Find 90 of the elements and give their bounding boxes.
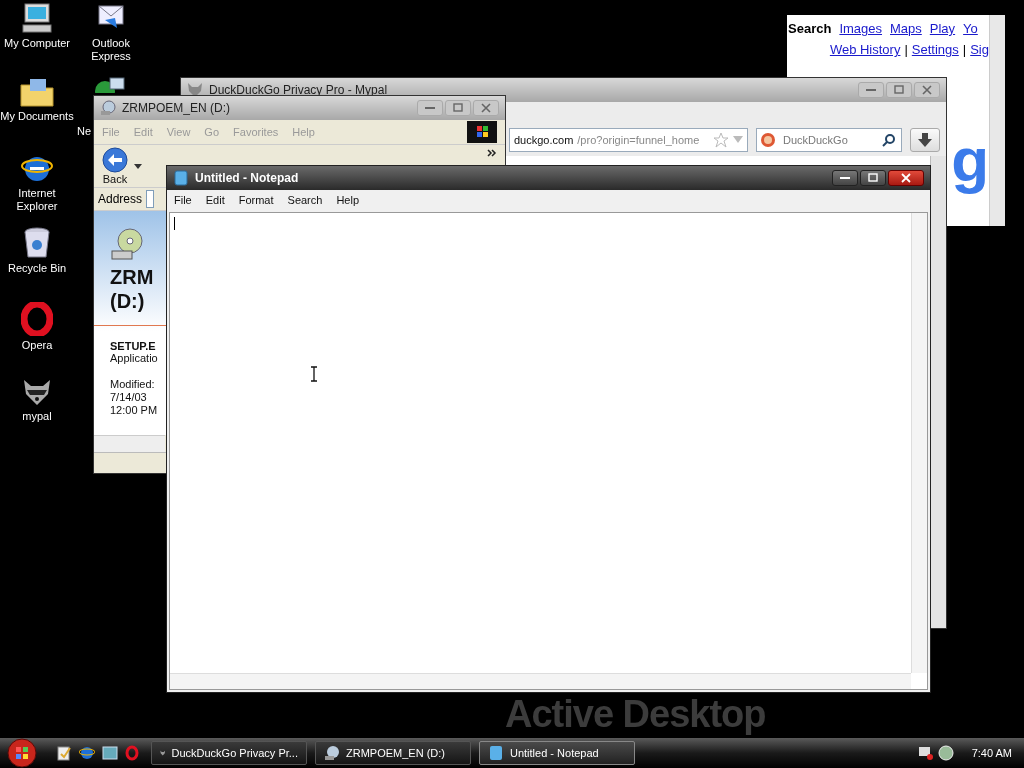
download-button[interactable] — [910, 128, 940, 152]
wallpaper-text: Active Desktop — [505, 693, 766, 735]
nav-link[interactable]: Images — [839, 21, 882, 36]
drive-title: (D:) — [110, 289, 146, 313]
chevron-icon[interactable] — [487, 149, 497, 157]
scrollbar[interactable] — [170, 673, 911, 689]
nav-link[interactable]: Maps — [890, 21, 922, 36]
down-arrow-icon — [918, 133, 932, 147]
scrollbar[interactable] — [911, 213, 927, 673]
notepad-icon — [173, 170, 189, 186]
file-type: Applicatio — [110, 352, 159, 365]
taskbar-button[interactable]: Untitled - Notepad — [479, 741, 635, 765]
window-title: DuckDuckGo Privacy Pro - Mypal — [209, 83, 388, 97]
dropdown-arrow-icon[interactable] — [134, 163, 142, 169]
maximize-button[interactable] — [860, 170, 886, 186]
nav-link[interactable]: Yo — [963, 21, 978, 36]
search-icon[interactable] — [882, 133, 896, 147]
scrollbar[interactable] — [94, 435, 165, 452]
modified-time: 12:00 PM — [110, 404, 159, 417]
address-field[interactable] — [146, 190, 155, 208]
minimize-button[interactable] — [832, 170, 858, 186]
monitor-icon[interactable] — [917, 745, 934, 761]
maximize-icon — [453, 103, 463, 113]
nav-link[interactable]: Search — [788, 21, 832, 36]
back-button[interactable]: Back — [102, 147, 128, 185]
shortcut-label[interactable]: Opera — [21, 339, 53, 352]
computer-icon[interactable] — [21, 2, 53, 34]
shortcut-label[interactable]: Ne — [77, 125, 92, 138]
account-link[interactable]: Web History — [829, 42, 901, 57]
star-icon[interactable] — [713, 132, 729, 148]
search-field[interactable]: DuckDuckGo — [756, 128, 902, 152]
address-label: Address — [98, 192, 143, 206]
start-button[interactable] — [4, 738, 40, 768]
shortcut-label[interactable]: My Computer — [4, 37, 70, 50]
minimize-icon — [425, 107, 435, 109]
disc-drive-icon — [110, 227, 144, 261]
url-field[interactable]: duckgo.com /pro?origin=funnel_home — [509, 128, 748, 152]
close-icon — [901, 173, 911, 183]
menu-item[interactable]: Search — [287, 194, 323, 206]
shortcut-label[interactable]: mypal — [22, 410, 52, 423]
menu-item[interactable]: Edit — [205, 194, 225, 206]
minimize-icon — [866, 89, 876, 91]
logo-letter: g — [951, 125, 989, 195]
minimize-icon — [840, 177, 850, 179]
animal-face-icon[interactable] — [21, 377, 53, 407]
menu-item[interactable]: File — [174, 194, 192, 206]
ring-icon[interactable] — [21, 302, 53, 336]
ring-icon[interactable] — [125, 745, 139, 761]
shortcut-label[interactable]: Recycle Bin — [7, 262, 67, 275]
bin-icon[interactable] — [23, 227, 51, 259]
taskbar-button[interactable]: DuckDuckGo Privacy Pr... — [151, 741, 307, 765]
shortcut-label[interactable]: My Documents — [0, 110, 74, 123]
modified-date: 7/14/03 — [110, 391, 148, 404]
close-button[interactable] — [888, 170, 924, 186]
separator-text: | — [962, 42, 967, 57]
text-cursor-icon — [310, 366, 318, 382]
globe-icon[interactable] — [95, 77, 125, 93]
url-host: duckgo.com — [514, 134, 574, 146]
file-name: SETUP.E — [110, 340, 157, 352]
separator-text: | — [904, 42, 908, 57]
disc-icon — [324, 745, 340, 761]
window-title: Untitled - Notepad — [195, 171, 299, 185]
close-icon — [922, 85, 932, 95]
globe-icon[interactable] — [79, 745, 95, 761]
account-link[interactable]: Settings — [911, 42, 959, 57]
url-path: /pro?origin=funnel_home — [577, 134, 701, 146]
clock: 7:40 AM — [971, 747, 1012, 759]
text-caret — [174, 217, 175, 230]
account-link[interactable]: Sig — [970, 42, 989, 57]
disc-icon — [100, 100, 116, 116]
scrollbar[interactable] — [989, 15, 1005, 226]
duck-icon — [761, 133, 775, 147]
shortcut-label[interactable]: Outlook Express — [76, 37, 146, 63]
document-icon[interactable] — [56, 745, 72, 761]
flag-logo-icon — [467, 121, 497, 143]
menu-item[interactable]: Format — [238, 194, 274, 206]
globe-icon[interactable] — [937, 745, 954, 761]
modified-label: Modified: — [110, 378, 156, 391]
folder-icon[interactable] — [20, 77, 54, 107]
maximize-icon — [868, 173, 878, 183]
window-title: ZRMPOEM_EN (D:) — [122, 101, 230, 115]
shortcut-label[interactable]: Internet Explorer — [0, 187, 74, 213]
maximize-icon — [894, 85, 904, 95]
nav-link[interactable]: Play — [929, 21, 956, 36]
menu-item[interactable]: Help — [336, 194, 360, 206]
close-icon — [481, 103, 491, 113]
drive-title: ZRM — [110, 265, 155, 289]
notepad-icon — [488, 745, 504, 761]
window-icon[interactable] — [102, 745, 118, 761]
taskbar-button[interactable]: ZRMPOEM_EN (D:) — [315, 741, 471, 765]
